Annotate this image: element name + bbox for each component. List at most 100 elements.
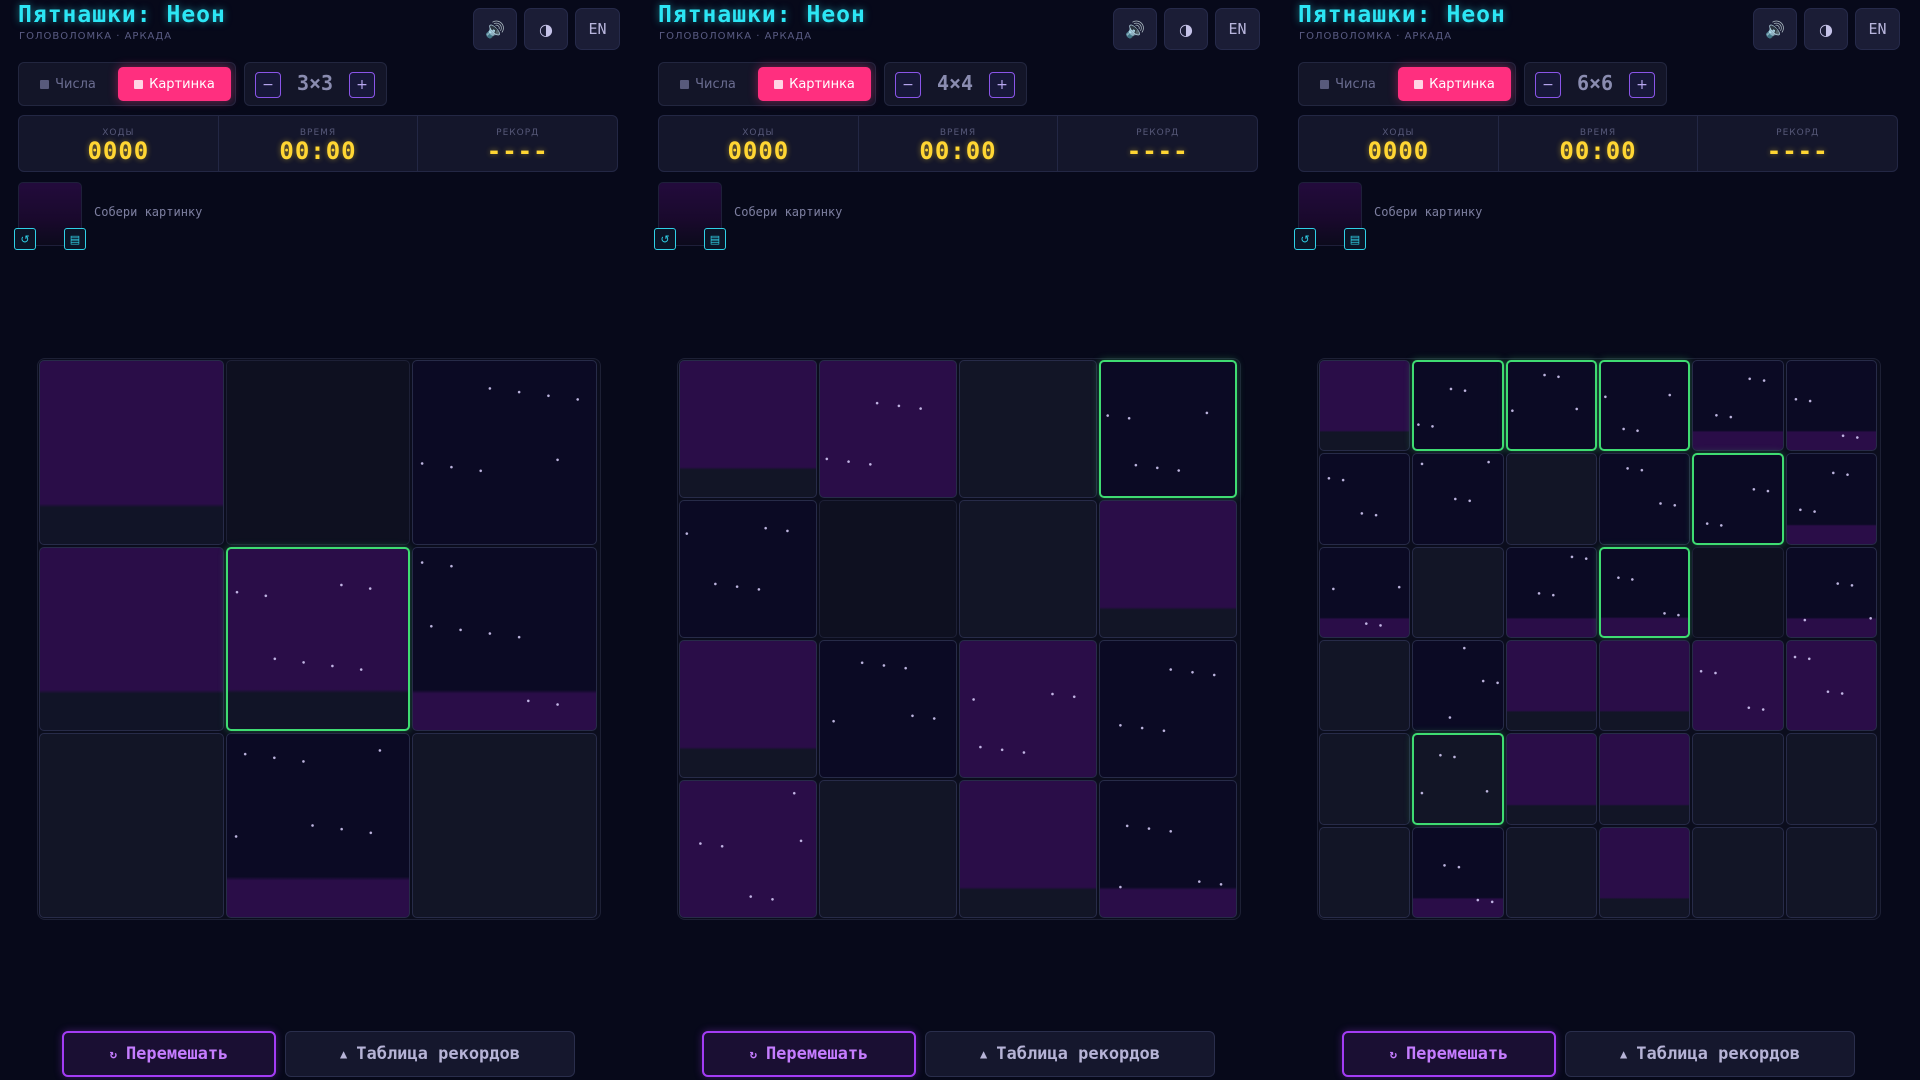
puzzle-tile[interactable] bbox=[1505, 640, 1597, 732]
language-button[interactable]: EN bbox=[1215, 8, 1260, 50]
puzzle-tile[interactable] bbox=[1319, 453, 1411, 545]
puzzle-tile[interactable] bbox=[959, 780, 1097, 918]
language-button[interactable]: EN bbox=[575, 8, 620, 50]
puzzle-tile[interactable] bbox=[1785, 733, 1877, 825]
puzzle-tile[interactable] bbox=[1412, 360, 1504, 452]
puzzle-tile[interactable] bbox=[412, 733, 597, 918]
puzzle-tile[interactable] bbox=[412, 546, 597, 732]
puzzle-tile[interactable] bbox=[679, 780, 817, 918]
puzzle-tile[interactable] bbox=[1099, 780, 1237, 918]
reset-preview-button[interactable]: ↺ bbox=[14, 228, 36, 250]
puzzle-tile[interactable] bbox=[819, 780, 957, 918]
goal-hint: Собери картинку bbox=[734, 205, 843, 219]
moves-value: 0000 bbox=[1367, 137, 1430, 165]
puzzle-tile[interactable] bbox=[1099, 640, 1237, 778]
puzzle-tile[interactable] bbox=[39, 360, 224, 545]
puzzle-tile[interactable] bbox=[1319, 360, 1411, 452]
theme-toggle-button[interactable]: ◑ bbox=[1164, 8, 1208, 50]
puzzle-tile[interactable] bbox=[1412, 826, 1504, 918]
reset-preview-button[interactable]: ↺ bbox=[654, 228, 676, 250]
puzzle-tile[interactable] bbox=[1412, 733, 1504, 825]
shuffle-button[interactable]: ↻ Перемешать bbox=[62, 1031, 276, 1077]
puzzle-tile[interactable] bbox=[225, 546, 411, 732]
size-increase-button[interactable]: + bbox=[989, 72, 1015, 98]
mode-numbers-button[interactable]: Числа bbox=[23, 67, 113, 101]
contrast-icon: ◑ bbox=[1179, 19, 1193, 39]
puzzle-tile[interactable] bbox=[679, 500, 817, 638]
puzzle-tile[interactable] bbox=[1599, 640, 1691, 732]
puzzle-tile[interactable] bbox=[819, 640, 957, 778]
puzzle-tile[interactable] bbox=[1785, 453, 1877, 545]
sound-toggle-button[interactable]: 🔊 bbox=[1113, 8, 1157, 50]
puzzle-tile[interactable] bbox=[39, 733, 224, 918]
puzzle-tile[interactable] bbox=[1505, 826, 1597, 918]
grid-view-button[interactable]: ▤ bbox=[704, 228, 726, 250]
mode-picture-button[interactable]: Картинка bbox=[758, 67, 871, 101]
sound-toggle-button[interactable]: 🔊 bbox=[1753, 8, 1797, 50]
shuffle-button[interactable]: ↻ Перемешать bbox=[1342, 1031, 1556, 1077]
puzzle-tile[interactable] bbox=[1692, 733, 1784, 825]
app-subtitle: ГОЛОВОЛОМКА · АРКАДА bbox=[1299, 31, 1453, 42]
puzzle-tile[interactable] bbox=[1505, 733, 1597, 825]
puzzle-tile[interactable] bbox=[1692, 826, 1784, 918]
mode-picture-button[interactable]: Картинка bbox=[118, 67, 231, 101]
puzzle-tile[interactable] bbox=[1319, 826, 1411, 918]
puzzle-tile[interactable] bbox=[1505, 360, 1597, 452]
puzzle-tile[interactable] bbox=[1319, 546, 1411, 638]
puzzle-tile[interactable] bbox=[225, 733, 411, 918]
leaderboard-button[interactable]: ▲ Таблица рекордов bbox=[285, 1031, 575, 1077]
time-stat: ВРЕМЯ 00:00 bbox=[219, 116, 419, 171]
board-size-value: 4×4 bbox=[936, 71, 974, 95]
puzzle-tile[interactable] bbox=[679, 640, 817, 778]
puzzle-tile[interactable] bbox=[1505, 546, 1597, 638]
puzzle-tile[interactable] bbox=[1599, 360, 1691, 452]
puzzle-tile[interactable] bbox=[679, 360, 817, 498]
puzzle-tile[interactable] bbox=[1319, 733, 1411, 825]
leaderboard-button[interactable]: ▲ Таблица рекордов bbox=[1565, 1031, 1855, 1077]
puzzle-tile[interactable] bbox=[1599, 453, 1691, 545]
theme-toggle-button[interactable]: ◑ bbox=[524, 8, 568, 50]
size-increase-button[interactable]: + bbox=[1629, 72, 1655, 98]
leaderboard-label: Таблица рекордов bbox=[996, 1044, 1160, 1064]
size-decrease-button[interactable]: − bbox=[255, 72, 281, 98]
mode-numbers-button[interactable]: Числа bbox=[663, 67, 753, 101]
puzzle-tile[interactable] bbox=[1599, 733, 1691, 825]
puzzle-tile[interactable] bbox=[959, 500, 1097, 638]
language-button[interactable]: EN bbox=[1855, 8, 1900, 50]
puzzle-tile[interactable] bbox=[1412, 546, 1504, 638]
puzzle-tile[interactable] bbox=[39, 546, 224, 732]
puzzle-tile[interactable] bbox=[1692, 360, 1784, 452]
puzzle-tile[interactable] bbox=[1785, 360, 1877, 452]
grid-view-button[interactable]: ▤ bbox=[64, 228, 86, 250]
puzzle-tile[interactable] bbox=[1412, 453, 1504, 545]
puzzle-tile[interactable] bbox=[959, 640, 1097, 778]
puzzle-tile[interactable] bbox=[1785, 546, 1877, 638]
puzzle-tile[interactable] bbox=[1785, 826, 1877, 918]
grid-view-button[interactable]: ▤ bbox=[1344, 228, 1366, 250]
puzzle-tile[interactable] bbox=[1599, 826, 1691, 918]
shuffle-button[interactable]: ↻ Перемешать bbox=[702, 1031, 916, 1077]
triangle-up-icon: ▲ bbox=[340, 1047, 348, 1061]
size-decrease-button[interactable]: − bbox=[1535, 72, 1561, 98]
puzzle-tile[interactable] bbox=[1505, 453, 1597, 545]
mode-picture-button[interactable]: Картинка bbox=[1398, 67, 1511, 101]
mode-numbers-label: Числа bbox=[55, 76, 96, 92]
leaderboard-button[interactable]: ▲ Таблица рекордов bbox=[925, 1031, 1215, 1077]
mode-numbers-button[interactable]: Числа bbox=[1303, 67, 1393, 101]
puzzle-tile[interactable] bbox=[1599, 546, 1691, 638]
sound-toggle-button[interactable]: 🔊 bbox=[473, 8, 517, 50]
puzzle-tile[interactable] bbox=[1412, 640, 1504, 732]
puzzle-tile[interactable] bbox=[1692, 453, 1784, 545]
puzzle-tile[interactable] bbox=[1099, 360, 1237, 498]
reset-preview-button[interactable]: ↺ bbox=[1294, 228, 1316, 250]
puzzle-tile[interactable] bbox=[412, 360, 597, 545]
puzzle-tile[interactable] bbox=[819, 360, 957, 498]
puzzle-tile[interactable] bbox=[1099, 500, 1237, 638]
size-increase-button[interactable]: + bbox=[349, 72, 375, 98]
puzzle-tile[interactable] bbox=[1692, 640, 1784, 732]
puzzle-tile[interactable] bbox=[959, 360, 1097, 498]
theme-toggle-button[interactable]: ◑ bbox=[1804, 8, 1848, 50]
size-decrease-button[interactable]: − bbox=[895, 72, 921, 98]
puzzle-tile[interactable] bbox=[1785, 640, 1877, 732]
puzzle-tile[interactable] bbox=[1319, 640, 1411, 732]
